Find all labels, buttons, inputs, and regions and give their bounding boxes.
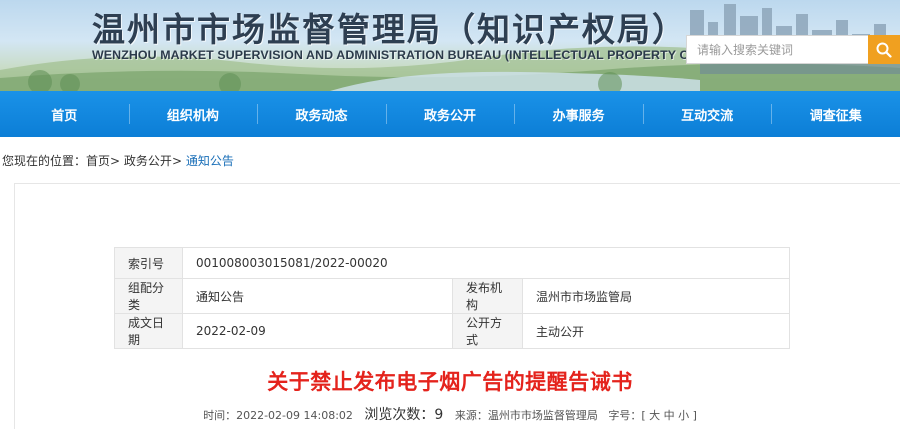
breadcrumb-home[interactable]: 首页: [86, 154, 110, 168]
disclosure-value: 主动公开: [522, 313, 790, 349]
nav-item-government-news[interactable]: 政务动态: [257, 91, 386, 137]
site-subtitle: WENZHOU MARKET SUPERVISION AND ADMINISTR…: [92, 48, 730, 62]
fontsize-bracket-close: ]: [692, 409, 697, 422]
search-icon: [876, 42, 892, 58]
source-value: 温州市市场监督管理局: [487, 409, 598, 422]
category-value: 通知公告: [182, 278, 453, 314]
breadcrumb-separator: >: [110, 154, 121, 168]
disclosure-label: 公开方式: [452, 313, 523, 349]
breadcrumb-separator: >: [171, 154, 182, 168]
table-row: 组配分类 通知公告 发布机构 温州市市场监管局: [114, 278, 790, 314]
breadcrumb-prefix: 您现在的位置：: [2, 154, 87, 168]
fontsize-medium-button[interactable]: 中: [664, 409, 675, 422]
nav-item-home[interactable]: 首页: [0, 91, 129, 137]
breadcrumb: 您现在的位置：首页> 政务公开> 通知公告: [2, 152, 234, 169]
fontsize-bracket-open: [: [641, 409, 646, 422]
breadcrumb-disclosure[interactable]: 政务公开: [124, 154, 172, 168]
time-label: 时间：: [203, 409, 237, 422]
source-label: 来源：: [454, 409, 488, 422]
nav-item-survey[interactable]: 调查征集: [771, 91, 900, 137]
date-label: 成文日期: [114, 313, 183, 349]
nav-item-organization[interactable]: 组织机构: [128, 91, 258, 137]
fontsize-large-button[interactable]: 大: [649, 409, 660, 422]
category-label: 组配分类: [114, 278, 183, 314]
search-button[interactable]: [868, 35, 900, 64]
views-value: 9: [434, 407, 444, 423]
document-meta-table: 索引号 001008003015081/2022-00020 组配分类 通知公告…: [114, 247, 790, 349]
nav-item-government-disclosure[interactable]: 政务公开: [385, 91, 515, 137]
site-banner: 温州市市场监督管理局（知识产权局） WENZHOU MARKET SUPERVI…: [0, 0, 900, 91]
site-title: 温州市市场监督管理局（知识产权局）: [92, 10, 687, 49]
table-row: 成文日期 2022-02-09 公开方式 主动公开: [114, 313, 790, 349]
fontsize-label: 字号：: [608, 409, 642, 422]
publisher-value: 温州市市场监管局: [522, 278, 790, 314]
main-nav: 首页 组织机构 政务动态 政务公开 办事服务 互动交流 调查征集: [0, 91, 900, 137]
table-row: 索引号 001008003015081/2022-00020: [114, 247, 790, 279]
index-value: 001008003015081/2022-00020: [182, 247, 790, 279]
breadcrumb-notices[interactable]: 通知公告: [186, 154, 234, 168]
fontsize-small-button[interactable]: 小: [678, 409, 689, 422]
time-value: 2022-02-09 14:08:02: [236, 409, 353, 422]
views-label: 浏览次数：: [364, 407, 435, 423]
index-label: 索引号: [114, 247, 183, 279]
article-title: 关于禁止发布电子烟广告的提醒告诫书: [267, 370, 633, 394]
article-info: 时间：2022-02-09 14:08:02 浏览次数：9 来源：温州市市场监督…: [0, 404, 900, 424]
date-value: 2022-02-09: [182, 313, 453, 349]
search-input[interactable]: [686, 35, 868, 64]
nav-item-interaction[interactable]: 互动交流: [642, 91, 772, 137]
publisher-label: 发布机构: [452, 278, 523, 314]
nav-item-services[interactable]: 办事服务: [514, 91, 643, 137]
